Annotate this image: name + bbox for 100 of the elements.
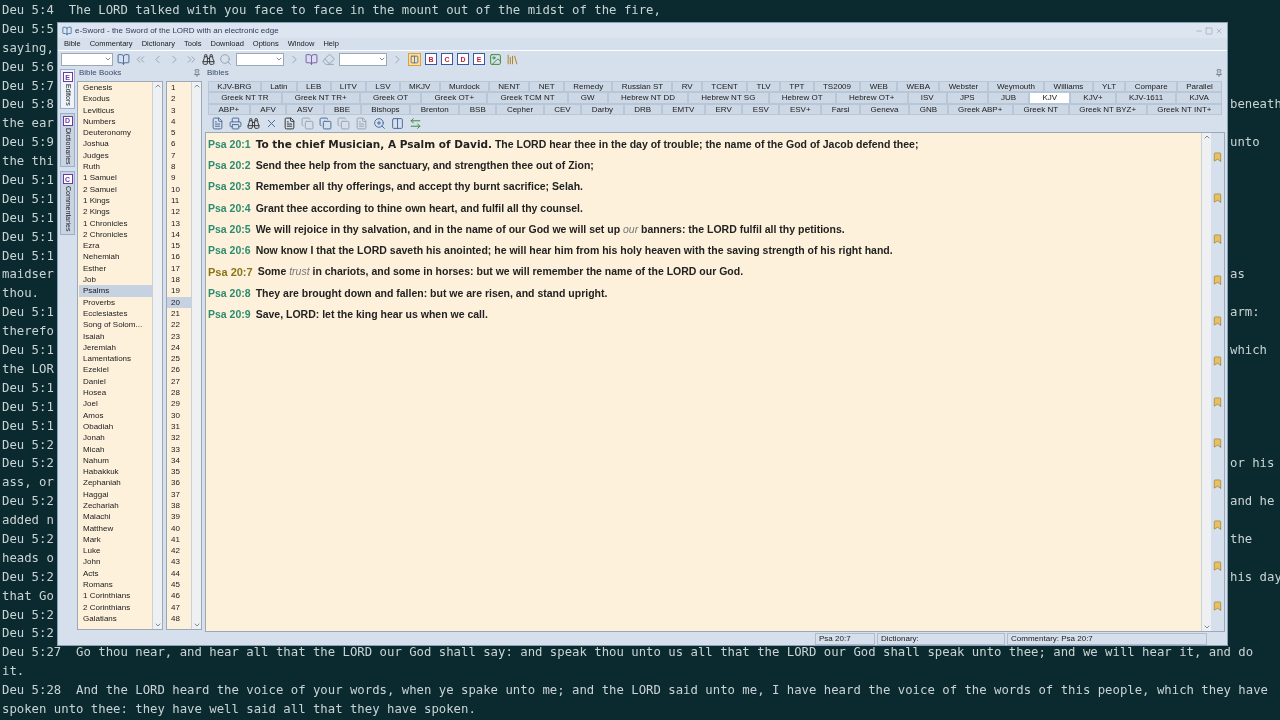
book-item[interactable]: Hosea xyxy=(79,387,152,399)
book-item[interactable]: Esther xyxy=(79,262,152,275)
chapter-item[interactable]: 46 xyxy=(167,590,191,602)
verse-reference[interactable]: Psa 20:1 xyxy=(208,136,251,153)
bible-tab[interactable]: JPS xyxy=(946,92,988,104)
bible-tab[interactable]: GW xyxy=(567,92,608,104)
book-item[interactable]: Numbers xyxy=(79,115,152,128)
chapter-item[interactable]: 2 xyxy=(167,93,191,105)
scrollbar[interactable] xyxy=(152,82,162,629)
chapter-item[interactable]: 23 xyxy=(167,330,191,342)
layout-button[interactable] xyxy=(408,52,421,66)
book-item[interactable]: Song of Solom... xyxy=(79,319,152,331)
scroll-down-icon[interactable] xyxy=(1202,623,1211,631)
chapter-item[interactable]: 20 xyxy=(167,296,191,308)
book-item[interactable]: Leviticus xyxy=(79,104,152,116)
book-icon[interactable] xyxy=(117,52,130,66)
pin-icon[interactable] xyxy=(1215,69,1223,77)
book-item[interactable]: Exodus xyxy=(79,93,152,105)
bible-tab[interactable]: Greek NT xyxy=(1012,103,1069,115)
book-item[interactable]: Ezra xyxy=(79,240,152,252)
book-item[interactable]: Proverbs xyxy=(79,296,152,308)
chapter-item[interactable]: 33 xyxy=(167,443,191,455)
eraser-icon[interactable] xyxy=(322,52,335,66)
scroll-down-icon[interactable] xyxy=(192,621,201,629)
verse-reference[interactable]: Psa 20:7 xyxy=(208,264,253,281)
columns-icon[interactable] xyxy=(391,116,404,130)
book-item[interactable]: Isaiah xyxy=(79,330,152,342)
copy-icon[interactable] xyxy=(319,116,332,130)
bible-tab[interactable]: JUB xyxy=(987,92,1030,104)
bible-tab[interactable]: Hebrew NT SG xyxy=(688,92,769,104)
bible-tab[interactable]: BSB xyxy=(459,103,497,115)
book-item[interactable]: Jeremiah xyxy=(79,341,152,354)
verse-reference[interactable]: Psa 20:9 xyxy=(208,307,251,323)
chapter-item[interactable]: 39 xyxy=(167,511,191,523)
book-item[interactable]: Haggai xyxy=(79,488,152,500)
library-icon[interactable] xyxy=(506,52,519,66)
scroll-up-icon[interactable] xyxy=(192,82,201,90)
bible-tab[interactable]: ERV xyxy=(704,103,743,115)
book-item[interactable]: Psalms xyxy=(79,285,152,297)
book-item[interactable]: Nahum xyxy=(79,454,152,467)
book-item[interactable]: Zephaniah xyxy=(79,477,152,489)
chapter-item[interactable]: 15 xyxy=(167,240,191,252)
book-item[interactable]: 1 Samuel xyxy=(79,172,152,184)
bible-tab[interactable]: BBE xyxy=(323,103,361,115)
bible-tab[interactable]: TLV xyxy=(747,81,780,93)
dropdown-field[interactable] xyxy=(339,52,387,66)
book-item[interactable]: Micah xyxy=(79,443,152,455)
verse-reference[interactable]: Psa 20:2 xyxy=(208,157,251,174)
book-item[interactable]: Matthew xyxy=(79,522,152,534)
chapter-item[interactable]: 17 xyxy=(167,262,191,275)
book-item[interactable]: John xyxy=(79,556,152,568)
bible-tab[interactable]: LSV xyxy=(366,81,400,93)
verse-reference[interactable]: Psa 20:3 xyxy=(208,179,251,195)
chapter-item[interactable]: 28 xyxy=(167,387,191,399)
book-icon[interactable] xyxy=(305,52,318,66)
chapter-item[interactable]: 44 xyxy=(167,567,191,580)
book-item[interactable]: Nehemiah xyxy=(79,251,152,263)
bible-tab[interactable]: KJV-BRG xyxy=(208,81,261,93)
copy-icon[interactable] xyxy=(337,116,350,130)
bible-tab[interactable]: DRB xyxy=(623,103,662,115)
scrollbar[interactable] xyxy=(191,82,201,629)
book-item[interactable]: Ruth xyxy=(79,161,152,173)
bible-tab[interactable]: Greek OT xyxy=(359,92,422,104)
chapter-item[interactable]: 9 xyxy=(167,172,191,184)
bible-tab[interactable]: Hebrew OT xyxy=(768,92,836,104)
book-item[interactable]: Luke xyxy=(79,545,152,557)
chapter-item[interactable]: 3 xyxy=(167,104,191,116)
chapter-item[interactable]: 37 xyxy=(167,488,191,500)
bible-tab[interactable]: Darby xyxy=(581,103,624,115)
document-icon[interactable] xyxy=(211,116,224,130)
book-item[interactable]: Ezekiel xyxy=(79,364,152,376)
book-item[interactable]: Romans xyxy=(79,579,152,591)
book-item[interactable]: Genesis xyxy=(79,82,152,94)
chapter-item[interactable]: 22 xyxy=(167,319,191,331)
bible-tab[interactable]: Cepher xyxy=(496,103,544,115)
bible-tab[interactable]: KJVA xyxy=(1176,92,1222,104)
pin-icon[interactable] xyxy=(193,69,201,77)
chapter-item[interactable]: 5 xyxy=(167,127,191,139)
bible-tab[interactable]: ESV xyxy=(742,103,780,115)
chapter-item[interactable]: 40 xyxy=(167,522,191,534)
bible-tab[interactable]: Greek NT TR xyxy=(208,92,282,104)
bible-tab[interactable]: KJV+ xyxy=(1070,92,1116,104)
bible-tab[interactable]: Hebrew OT+ xyxy=(835,92,908,104)
chapter-item[interactable]: 30 xyxy=(167,409,191,421)
chapter-item[interactable]: 48 xyxy=(167,612,191,625)
chapter-item[interactable]: 26 xyxy=(167,364,191,376)
chapter-item[interactable]: 45 xyxy=(167,579,191,591)
chapter-item[interactable]: 11 xyxy=(167,194,191,207)
chapter-item[interactable]: 8 xyxy=(167,161,191,173)
chapter-item[interactable]: 10 xyxy=(167,183,191,195)
book-item[interactable]: Habakkuk xyxy=(79,466,152,478)
maximize-icon[interactable] xyxy=(1205,26,1213,35)
book-item[interactable]: 1 Kings xyxy=(79,194,152,207)
bible-tab[interactable]: GNB xyxy=(909,103,948,115)
chapter-item[interactable]: 16 xyxy=(167,251,191,263)
chapter-item[interactable]: 14 xyxy=(167,228,191,241)
book-item[interactable]: 2 Kings xyxy=(79,206,152,218)
book-item[interactable]: 1 Corinthians xyxy=(79,590,152,602)
book-item[interactable]: Deuteronomy xyxy=(79,127,152,139)
chapter-item[interactable]: 43 xyxy=(167,556,191,568)
